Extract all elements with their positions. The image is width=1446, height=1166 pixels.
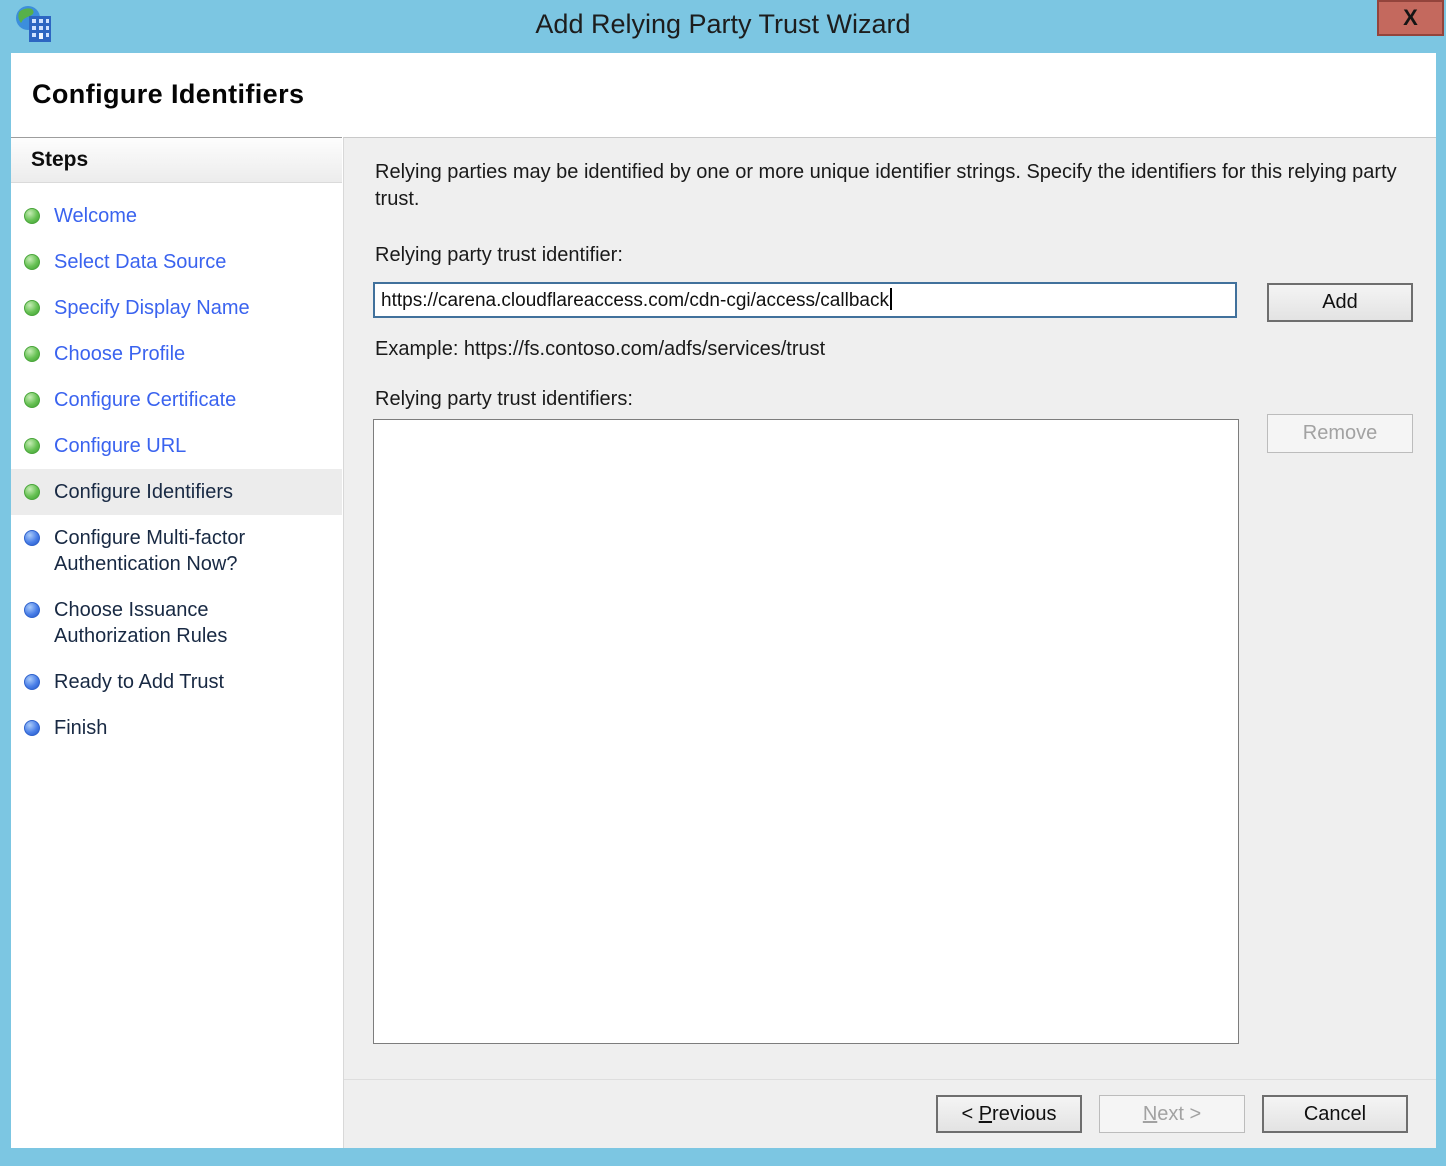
- identifier-label: Relying party trust identifier:: [375, 244, 623, 267]
- window-title: Add Relying Party Trust Wizard: [0, 9, 1446, 40]
- sidebar-item-select-data-source[interactable]: Select Data Source: [11, 239, 342, 285]
- remove-button[interactable]: Remove: [1267, 414, 1413, 453]
- steps-sidebar: Steps Welcome Select Data Source Specify…: [11, 137, 342, 1148]
- cancel-button[interactable]: Cancel: [1262, 1095, 1408, 1133]
- example-text: Example: https://fs.contoso.com/adfs/ser…: [375, 338, 825, 361]
- step-upcoming-icon: [24, 530, 40, 546]
- sidebar-item-configure-url[interactable]: Configure URL: [11, 423, 342, 469]
- wizard-window: Add Relying Party Trust Wizard X Configu…: [0, 0, 1446, 1166]
- identifiers-list-label: Relying party trust identifiers:: [375, 388, 633, 411]
- sidebar-item-configure-multifactor: Configure Multi-factor Authentication No…: [11, 515, 342, 587]
- sidebar-item-configure-identifiers[interactable]: Configure Identifiers: [11, 469, 342, 515]
- steps-header: Steps: [11, 138, 342, 183]
- sidebar-item-configure-certificate[interactable]: Configure Certificate: [11, 377, 342, 423]
- identifiers-listbox[interactable]: [373, 419, 1239, 1044]
- close-icon: X: [1403, 5, 1418, 31]
- step-completed-icon: [24, 392, 40, 408]
- sidebar-item-welcome[interactable]: Welcome: [11, 193, 342, 239]
- page-title: Configure Identifiers: [32, 79, 304, 110]
- add-button[interactable]: Add: [1267, 283, 1413, 322]
- previous-button[interactable]: < Previous: [936, 1095, 1082, 1133]
- titlebar: Add Relying Party Trust Wizard X: [0, 0, 1446, 53]
- content-pane: Relying parties may be identified by one…: [343, 137, 1436, 1148]
- step-completed-icon: [24, 254, 40, 270]
- wizard-dialog: Configure Identifiers Steps Welcome Sele…: [11, 53, 1436, 1148]
- sidebar-item-ready-to-add-trust: Ready to Add Trust: [11, 659, 342, 705]
- sidebar-item-specify-display-name[interactable]: Specify Display Name: [11, 285, 342, 331]
- next-button[interactable]: Next >: [1099, 1095, 1245, 1133]
- step-current-icon: [24, 484, 40, 500]
- step-completed-icon: [24, 300, 40, 316]
- step-upcoming-icon: [24, 720, 40, 736]
- instructions-text: Relying parties may be identified by one…: [375, 159, 1399, 213]
- steps-title: Steps: [31, 148, 88, 172]
- identifier-input-value: https://carena.cloudflareaccess.com/cdn-…: [381, 288, 892, 312]
- footer-divider: [344, 1079, 1436, 1080]
- step-upcoming-icon: [24, 602, 40, 618]
- step-upcoming-icon: [24, 674, 40, 690]
- step-completed-icon: [24, 438, 40, 454]
- sidebar-item-choose-profile[interactable]: Choose Profile: [11, 331, 342, 377]
- step-completed-icon: [24, 346, 40, 362]
- sidebar-item-choose-issuance-rules: Choose Issuance Authorization Rules: [11, 587, 342, 659]
- sidebar-item-finish: Finish: [11, 705, 342, 751]
- identifier-input[interactable]: https://carena.cloudflareaccess.com/cdn-…: [373, 282, 1237, 318]
- close-button[interactable]: X: [1377, 0, 1444, 36]
- step-completed-icon: [24, 208, 40, 224]
- steps-list: Welcome Select Data Source Specify Displ…: [11, 183, 342, 751]
